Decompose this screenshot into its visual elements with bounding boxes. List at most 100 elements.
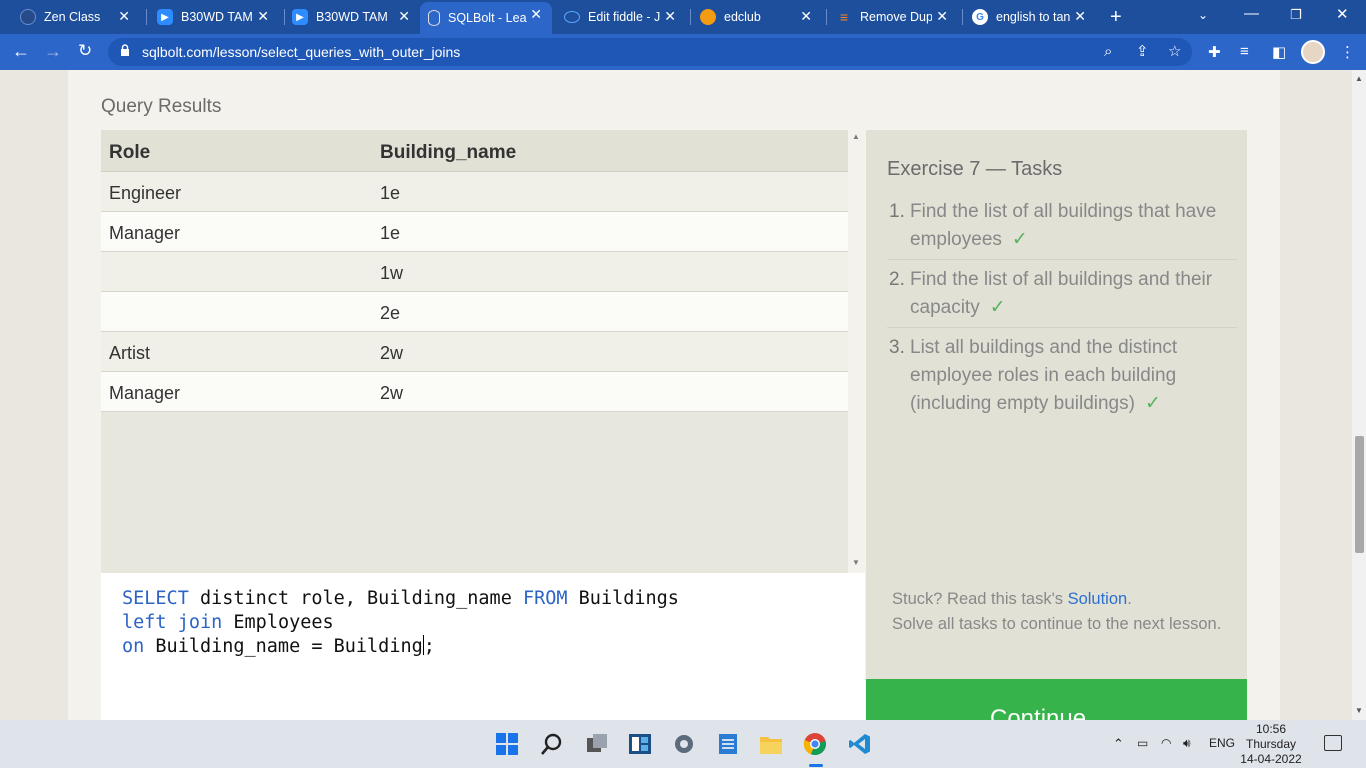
close-tab-icon[interactable]: ✕	[257, 8, 269, 25]
lock-icon	[121, 44, 129, 56]
clock-time: 10:56	[1255, 722, 1287, 736]
edclub-icon	[700, 9, 716, 25]
show-hidden-icons-icon[interactable]: ⌃	[1113, 736, 1124, 752]
solution-link[interactable]: Solution	[1068, 590, 1128, 608]
scroll-up-icon[interactable]: ▲	[1355, 74, 1363, 83]
task-view-icon[interactable]	[585, 732, 609, 756]
tab-google[interactable]: G english to tan ✕	[972, 4, 1096, 30]
task-item: 3. List all buildings and the distinct e…	[887, 334, 1237, 424]
tab-label: Zen Class	[44, 10, 101, 24]
table-row: Manager 1e	[101, 212, 848, 252]
address-bar[interactable]: sqlbolt.com/lesson/select_queries_with_o…	[108, 38, 1192, 66]
sql-editor[interactable]: SELECT distinct role, Building_name FROM…	[101, 573, 865, 720]
sql-keyword: on	[122, 636, 145, 657]
table-row: 2e	[101, 292, 848, 332]
volume-icon[interactable]: 🔊︎	[1183, 736, 1191, 751]
close-tab-icon[interactable]: ✕	[530, 6, 542, 23]
forward-icon[interactable]: →	[44, 41, 62, 62]
scroll-down-icon[interactable]: ▼	[1355, 706, 1363, 715]
scroll-down-icon[interactable]: ▼	[852, 558, 860, 567]
new-tab-icon[interactable]: +	[1110, 6, 1122, 29]
notepad-icon[interactable]	[716, 732, 740, 756]
tab-sqlbolt[interactable]: SQLBolt - Lea ✕	[420, 2, 552, 34]
tab-jsfiddle[interactable]: Edit fiddle - J ✕	[564, 4, 686, 30]
zoom-icon: ▶	[292, 9, 308, 25]
cell-building-name: 1w	[380, 263, 404, 283]
share-icon[interactable]: ⇪	[1136, 42, 1149, 60]
check-icon: ✓	[1144, 393, 1161, 414]
continue-button[interactable]: Continue	[866, 679, 1247, 720]
tab-label: SQLBolt - Lea	[448, 11, 527, 25]
back-icon[interactable]: ←	[12, 41, 30, 62]
wifi-icon[interactable]: ◠	[1161, 736, 1171, 750]
tab-b30wd-1[interactable]: ▶ B30WD TAMI ✕	[157, 4, 279, 30]
chrome-icon[interactable]	[803, 732, 827, 756]
profile-avatar[interactable]	[1301, 40, 1325, 64]
task-number: 3.	[889, 337, 905, 358]
close-tab-icon[interactable]: ✕	[118, 8, 130, 25]
table-header: Role Building_name	[101, 130, 848, 172]
side-panel-icon[interactable]: ◧	[1272, 43, 1286, 61]
cell-building-name: 1e	[380, 223, 401, 243]
windows-start-icon[interactable]	[495, 732, 519, 756]
settings-gear-icon[interactable]	[672, 732, 696, 756]
language-indicator[interactable]: ENG	[1209, 736, 1235, 750]
sql-keyword: left	[122, 612, 167, 633]
cell-role: Manager	[109, 383, 181, 403]
tasks-panel: Exercise 7 — Tasks 1. Find the list of a…	[866, 130, 1247, 573]
menu-icon[interactable]: ⋮	[1340, 43, 1355, 61]
close-tab-icon[interactable]: ✕	[398, 8, 410, 25]
file-explorer-icon[interactable]	[759, 732, 783, 756]
tab-b30wd-2[interactable]: ▶ B30WD TAMI ✕	[292, 4, 420, 30]
close-tab-icon[interactable]: ✕	[936, 8, 948, 25]
scrollbar-thumb[interactable]	[1355, 436, 1364, 553]
close-tab-icon[interactable]: ✕	[1074, 8, 1086, 25]
tab-search-icon[interactable]: ⌄	[1198, 8, 1208, 22]
sql-text: Building_name = Building	[144, 636, 423, 657]
system-clock[interactable]: 10:56 Thursday 14-04-2022	[1236, 722, 1306, 767]
notification-icon[interactable]	[1324, 735, 1342, 751]
tab-label: B30WD TAMI	[316, 10, 388, 24]
results-scrollbar[interactable]: ▲ ▼	[848, 130, 865, 573]
search-icon[interactable]	[540, 732, 564, 756]
battery-icon[interactable]: ▭	[1137, 736, 1148, 750]
help-text: Stuck? Read this task's Solution. Solve a…	[892, 587, 1232, 636]
close-window-icon[interactable]: ✕	[1336, 5, 1349, 23]
extensions-icon[interactable]: ✚	[1208, 43, 1221, 61]
scroll-up-icon[interactable]: ▲	[852, 132, 860, 141]
minimize-icon[interactable]: —	[1244, 5, 1259, 22]
task-number: 1.	[889, 201, 905, 222]
help-prefix: Stuck? Read this task's	[892, 590, 1068, 608]
sql-keyword: join	[177, 612, 223, 633]
table-row: Manager 2w	[101, 372, 848, 412]
widgets-icon[interactable]	[628, 732, 652, 756]
page-scrollbar[interactable]: ▲ ▼	[1352, 70, 1366, 720]
task-item: 2. Find the list of all buildings and th…	[887, 266, 1237, 328]
reading-list-icon[interactable]: ≡	[1240, 43, 1249, 60]
sql-text: Employees	[222, 612, 334, 633]
clock-date: 14-04-2022	[1240, 752, 1302, 766]
url-text[interactable]: sqlbolt.com/lesson/select_queries_with_o…	[142, 44, 460, 60]
close-tab-icon[interactable]: ✕	[800, 8, 812, 25]
sql-keyword: FROM	[522, 588, 568, 609]
task-text: Find the list of all buildings and their…	[910, 269, 1213, 318]
zoom-icon[interactable]: ⌕	[1104, 43, 1112, 60]
reload-icon[interactable]: ↻	[78, 41, 92, 61]
help-line2: Solve all tasks to continue to the next …	[892, 614, 1222, 633]
bookmark-star-icon[interactable]: ☆	[1168, 42, 1181, 60]
clock-day: Thursday	[1245, 737, 1297, 751]
cell-building-name: 2e	[380, 303, 401, 323]
close-tab-icon[interactable]: ✕	[664, 8, 676, 25]
sql-code[interactable]: SELECT distinct role, Building_name FROM…	[122, 587, 679, 659]
sql-keyword: SELECT	[122, 588, 189, 609]
tab-zen-class[interactable]: Zen Class ✕	[20, 4, 140, 30]
tab-stackoverflow[interactable]: ≡ Remove Dupl ✕	[836, 4, 958, 30]
cell-role: Engineer	[109, 183, 182, 203]
table-row: Artist 2w	[101, 332, 848, 372]
vscode-icon[interactable]	[848, 732, 872, 756]
jsfiddle-icon	[564, 11, 580, 23]
page-content: Query Results Role Building_name Enginee…	[0, 70, 1352, 720]
tab-edclub[interactable]: edclub ✕	[700, 4, 822, 30]
sql-text: ;	[423, 636, 435, 657]
restore-icon[interactable]: ❐	[1290, 7, 1302, 23]
